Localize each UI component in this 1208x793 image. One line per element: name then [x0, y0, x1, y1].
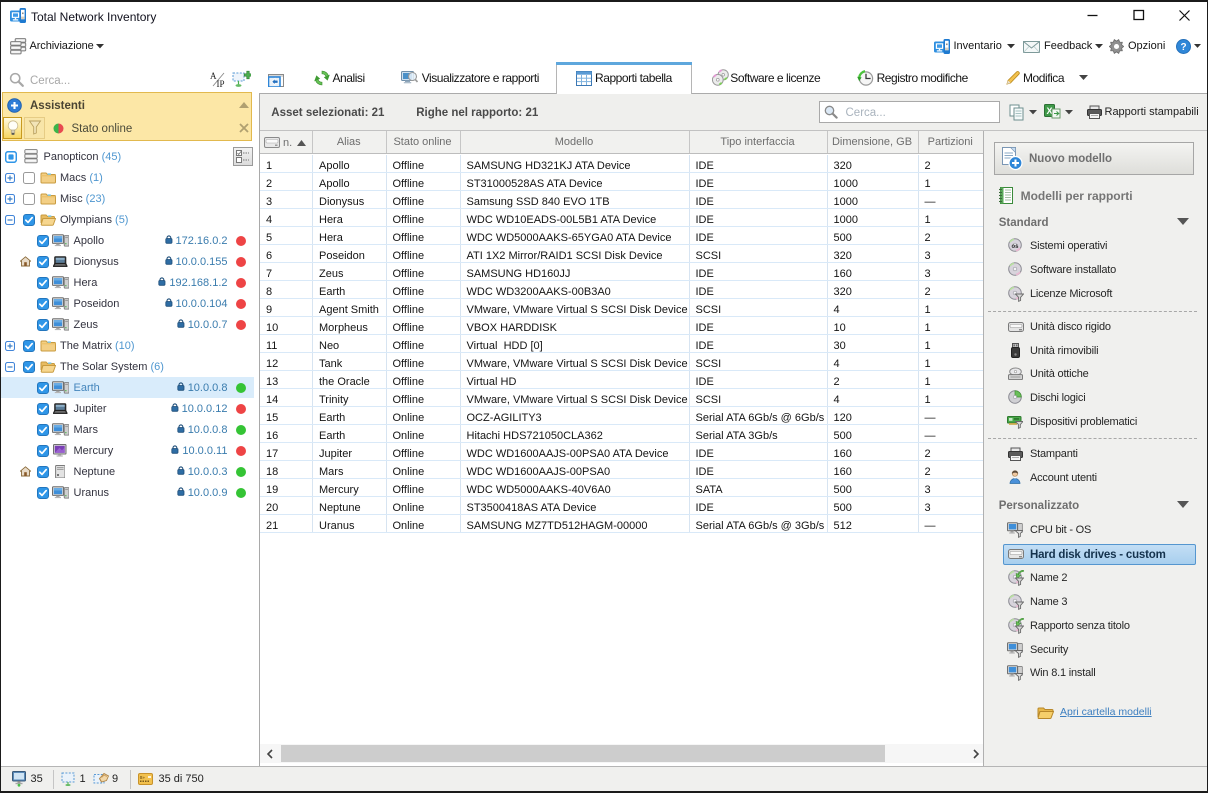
- svg-text:os: os: [1011, 244, 1019, 250]
- svg-text:?: ?: [1180, 42, 1186, 53]
- svg-text:IP: IP: [217, 79, 225, 89]
- svg-text:0»: 0»: [140, 775, 146, 780]
